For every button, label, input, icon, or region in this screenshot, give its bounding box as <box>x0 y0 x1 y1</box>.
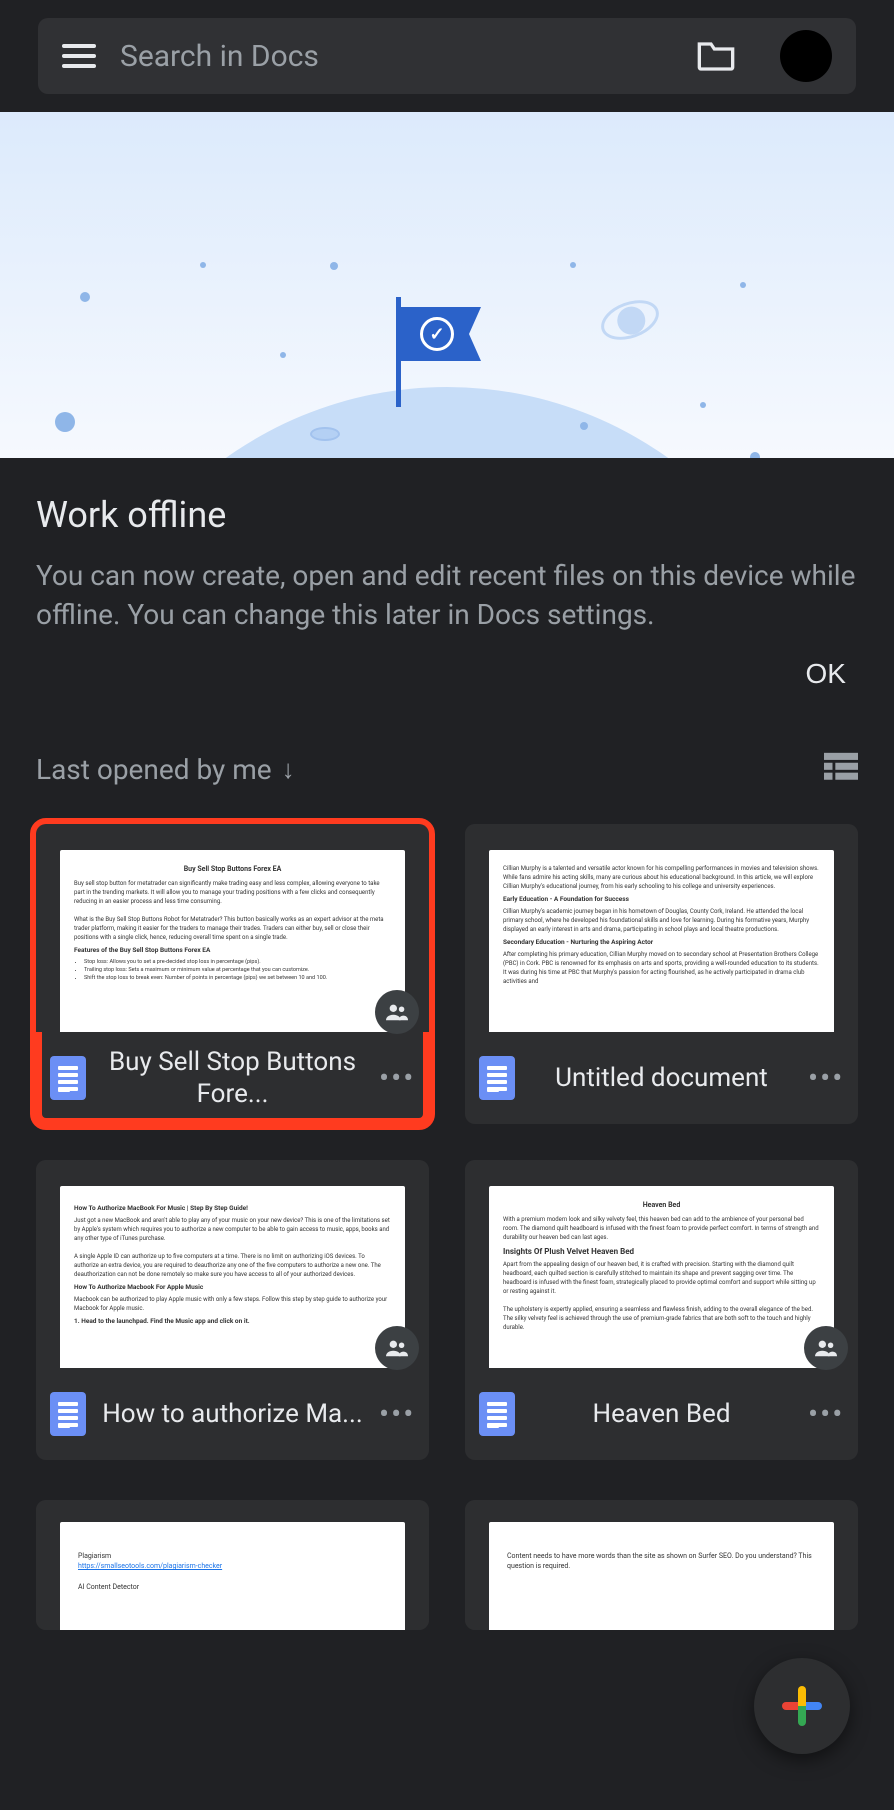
sort-label: Last opened by me <box>36 753 272 786</box>
document-card[interactable]: Content needs to have more words than th… <box>465 1500 858 1630</box>
document-card[interactable]: Heaven Bed With a premium modern look an… <box>465 1160 858 1460</box>
document-card[interactable]: Cillian Murphy is a talented and versati… <box>465 824 858 1124</box>
sort-row: Last opened by me ↓ <box>0 726 894 804</box>
document-title: Buy Sell Stop Buttons Fore... <box>100 1046 365 1111</box>
more-options-icon[interactable]: ••• <box>808 1061 844 1096</box>
list-view-icon[interactable] <box>824 752 858 786</box>
document-title: How to authorize Ma... <box>100 1398 365 1431</box>
more-options-icon[interactable]: ••• <box>379 1397 415 1432</box>
topbar: Search in Docs <box>0 0 894 112</box>
shared-icon <box>375 1326 419 1370</box>
offline-hero-illustration <box>0 112 894 458</box>
document-card[interactable]: Buy Sell Stop Buttons Forex EA Buy sell … <box>36 824 429 1124</box>
sort-dropdown[interactable]: Last opened by me ↓ <box>36 753 295 786</box>
avatar[interactable] <box>780 30 832 82</box>
document-thumbnail: Cillian Murphy is a talented and versati… <box>465 824 858 1032</box>
document-title: Heaven Bed <box>529 1398 794 1431</box>
document-thumbnail: How To Authorize MacBook For Music | Ste… <box>36 1160 429 1368</box>
shared-icon <box>375 990 419 1034</box>
docs-file-icon <box>50 1392 86 1436</box>
docs-file-icon <box>479 1056 515 1100</box>
document-card[interactable]: How To Authorize MacBook For Music | Ste… <box>36 1160 429 1460</box>
work-offline-card: Work offline You can now create, open an… <box>0 458 894 726</box>
more-options-icon[interactable]: ••• <box>808 1397 844 1432</box>
document-title: Untitled document <box>529 1062 794 1095</box>
document-card[interactable]: Plagiarism https://smallseotools.com/pla… <box>36 1500 429 1630</box>
folder-icon[interactable] <box>696 37 736 75</box>
document-thumbnail: Plagiarism https://smallseotools.com/pla… <box>36 1500 429 1630</box>
flag-icon <box>401 307 481 361</box>
arrow-down-icon: ↓ <box>282 754 295 785</box>
document-thumbnail: Content needs to have more words than th… <box>465 1500 858 1630</box>
plus-icon <box>782 1686 822 1726</box>
docs-file-icon <box>479 1392 515 1436</box>
new-document-fab[interactable] <box>754 1658 850 1754</box>
planet-icon <box>596 293 665 347</box>
menu-icon[interactable] <box>62 44 96 68</box>
info-title: Work offline <box>36 494 858 536</box>
info-body: You can now create, open and edit recent… <box>36 556 858 634</box>
docs-file-icon <box>50 1056 86 1100</box>
document-thumbnail: Heaven Bed With a premium modern look an… <box>465 1160 858 1368</box>
search-bar[interactable]: Search in Docs <box>38 18 856 94</box>
more-options-icon[interactable]: ••• <box>379 1061 415 1096</box>
documents-grid: Buy Sell Stop Buttons Forex EA Buy sell … <box>0 804 894 1650</box>
shared-icon <box>804 1326 848 1370</box>
document-thumbnail: Buy Sell Stop Buttons Forex EA Buy sell … <box>36 824 429 1032</box>
ok-button[interactable]: OK <box>806 658 846 690</box>
search-input[interactable]: Search in Docs <box>120 39 672 74</box>
